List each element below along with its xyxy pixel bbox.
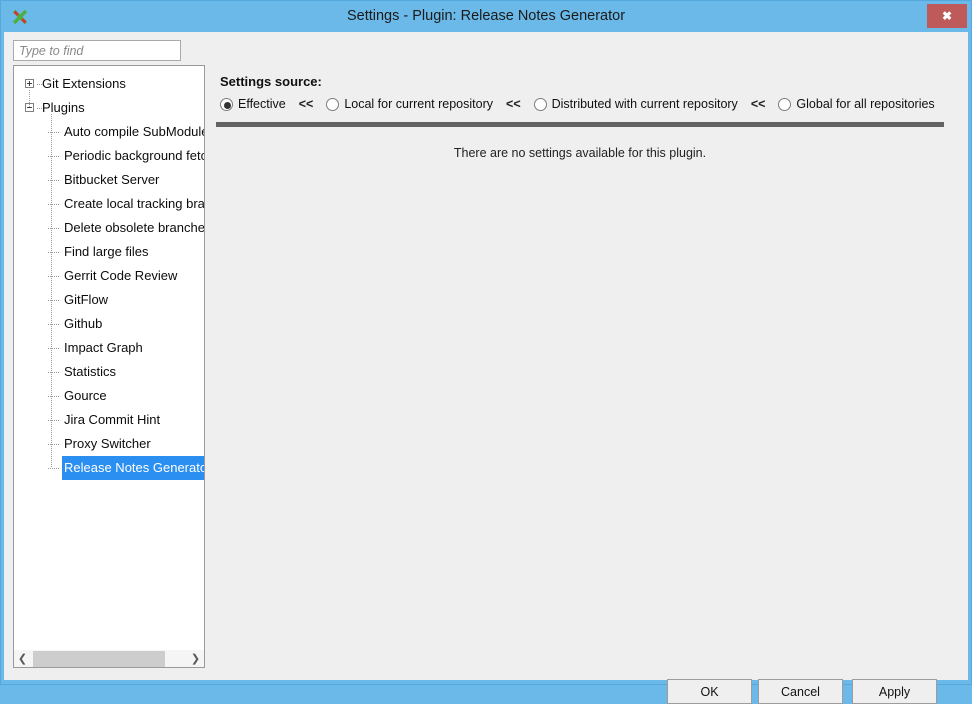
tree-connector (29, 90, 30, 108)
settings-source-radio-label: Global for all repositories (796, 97, 935, 111)
radio-unchecked-icon[interactable] (533, 97, 547, 111)
tree-node-label[interactable]: Delete obsolete branches (62, 216, 204, 240)
tree-node-label[interactable]: Plugins (40, 96, 87, 120)
tree-connector (48, 204, 60, 205)
tree-connector (48, 444, 60, 445)
window-title: Settings - Plugin: Release Notes Generat… (346, 8, 626, 24)
tree-node[interactable]: Jira Commit Hint (14, 408, 204, 432)
client-area: Git ExtensionsPluginsAuto compile SubMod… (4, 32, 968, 704)
tree-connector (48, 468, 60, 469)
tree-node[interactable]: Plugins (14, 96, 204, 120)
tree-node-label[interactable]: Git Extensions (40, 72, 128, 96)
settings-source-radio[interactable]: Distributed with current repository (533, 94, 738, 114)
tree-node-label[interactable]: Proxy Switcher (62, 432, 153, 456)
tree-horizontal-scrollbar[interactable]: ❮ ❯ (14, 649, 204, 667)
tree-connector (48, 228, 60, 229)
tree-node[interactable]: Bitbucket Server (14, 168, 204, 192)
tree-node-label[interactable]: Auto compile SubModules (62, 120, 204, 144)
apply-button[interactable]: Apply (852, 679, 937, 704)
tree-node[interactable]: Find large files (14, 240, 204, 264)
tree-node-label[interactable]: Release Notes Generator (62, 456, 204, 480)
close-button[interactable]: ✖ (927, 4, 967, 28)
settings-source-radio[interactable]: Effective (220, 94, 286, 114)
tree-node-label[interactable]: GitFlow (62, 288, 110, 312)
settings-source-separator-icon: << (750, 97, 766, 111)
tree-node[interactable]: Gource (14, 384, 204, 408)
settings-source-separator-icon: << (506, 97, 521, 111)
tree-node-label[interactable]: Gerrit Code Review (62, 264, 179, 288)
tree-node-label[interactable]: Gource (62, 384, 109, 408)
tree-node[interactable]: Periodic background fetch (14, 144, 204, 168)
close-icon: ✖ (941, 9, 953, 23)
tree-node[interactable]: Delete obsolete branches (14, 216, 204, 240)
tree-connector (48, 156, 60, 157)
settings-source-label: Settings source: (220, 74, 322, 89)
tree-node-label[interactable]: Jira Commit Hint (62, 408, 162, 432)
tree-node-label[interactable]: Find large files (62, 240, 151, 264)
tree-node-label[interactable]: Impact Graph (62, 336, 145, 360)
tree-node[interactable]: Gerrit Code Review (14, 264, 204, 288)
section-divider (216, 122, 944, 127)
tree-node[interactable]: Release Notes Generator (14, 456, 204, 480)
tree-node-label[interactable]: Bitbucket Server (62, 168, 161, 192)
radio-checked-icon[interactable] (220, 97, 233, 111)
settings-source-separator-icon: << (298, 97, 314, 111)
tree-connector (48, 324, 60, 325)
settings-source-radio-group[interactable]: Effective << Local for current repository <… (220, 94, 935, 114)
title-bar: Settings - Plugin: Release Notes Generat… (1, 1, 971, 32)
tree-node-label[interactable]: Github (62, 312, 104, 336)
tree-connector (48, 420, 60, 421)
tree-connector (51, 114, 52, 468)
expand-plus-icon[interactable] (25, 79, 34, 88)
tree-node-label[interactable]: Periodic background fetch (62, 144, 204, 168)
tree-node[interactable]: Github (14, 312, 204, 336)
tree-connector (48, 180, 60, 181)
settings-source-radio-label: Local for current repository (344, 97, 494, 111)
settings-tree[interactable]: Git Extensions Plugins Auto compile SubMod… (14, 66, 204, 649)
tree-node-label[interactable]: Create local tracking branches (62, 192, 204, 216)
tree-connector (48, 300, 60, 301)
tree-node[interactable]: Impact Graph (14, 336, 204, 360)
scrollbar-thumb[interactable] (33, 651, 165, 667)
radio-unchecked-icon[interactable] (778, 97, 792, 111)
tree-connector (48, 252, 60, 253)
settings-source-radio[interactable]: Global for all repositories (778, 94, 935, 114)
radio-unchecked-icon[interactable] (326, 97, 340, 111)
empty-state-message: There are no settings available for this… (453, 146, 707, 160)
settings-source-radio-label: Effective (238, 97, 286, 111)
settings-window: Settings - Plugin: Release Notes Generat… (0, 0, 972, 704)
scroll-right-arrow-icon[interactable]: ❯ (187, 650, 204, 667)
tree-connector (48, 372, 60, 373)
tree-connector (48, 396, 60, 397)
tree-connector (48, 132, 60, 133)
settings-source-radio-label: Distributed with current repository (551, 97, 738, 111)
tree-connector (48, 276, 60, 277)
tree-node[interactable]: Proxy Switcher (14, 432, 204, 456)
scroll-left-arrow-icon[interactable]: ❮ (14, 650, 31, 667)
tree-node-label[interactable]: Statistics (62, 360, 118, 384)
settings-source-radio[interactable]: Local for current repository (326, 94, 493, 114)
tree-node[interactable]: Create local tracking branches (14, 192, 204, 216)
tree-node[interactable]: GitFlow (14, 288, 204, 312)
tree-connector (48, 348, 60, 349)
settings-tree-panel: Git Extensions Plugins Auto compile SubMod… (13, 65, 205, 668)
tree-node[interactable]: Git Extensions (14, 72, 204, 96)
search-input[interactable] (13, 40, 181, 61)
tree-node[interactable]: Auto compile SubModules (14, 120, 204, 144)
tree-node[interactable]: Statistics (14, 360, 204, 384)
cancel-button[interactable]: Cancel (758, 679, 843, 704)
ok-button[interactable]: OK (667, 679, 752, 704)
